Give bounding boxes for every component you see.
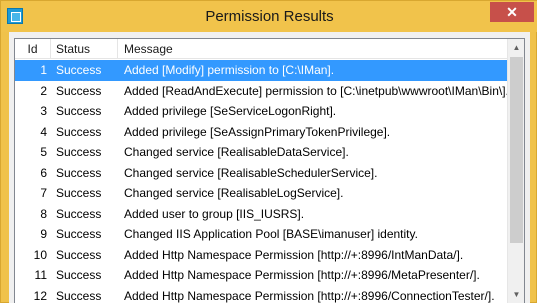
row-message: Added privilege [SeServiceLogonRight]. (124, 104, 337, 118)
table-row[interactable]: 2 Success Added [ReadAndExecute] permissio… (15, 81, 508, 102)
row-status: Success (56, 104, 102, 118)
window-title: Permission Results (205, 8, 334, 25)
row-message: Added user to group [IIS_IUSRS]. (124, 206, 305, 221)
row-message: Added [Modify] permission to [C:\IMan]. (124, 63, 335, 77)
row-status: Success (56, 268, 102, 282)
row-message: Added [ReadAndExecute] permission to [C:… (124, 83, 508, 98)
row-status: Success (56, 288, 102, 303)
row-id: 11 (34, 268, 47, 282)
table-row[interactable]: 3 Success Added privilege [SeServiceLogonR… (15, 101, 508, 122)
client-area: Id Status Message 1 Success Added [Modify]… (9, 32, 530, 303)
table-row[interactable]: 9 Success Changed IIS Application Pool [BA… (15, 224, 508, 245)
column-header-message[interactable]: Message (118, 39, 508, 59)
row-id: 9 (40, 227, 47, 241)
row-id: 8 (40, 206, 47, 221)
results-list[interactable]: Id Status Message 1 Success Added [Modify]… (14, 38, 525, 303)
row-status: Success (56, 227, 102, 241)
permission-results-window: Permission Results ✕ Id Status Message 1… (0, 0, 537, 303)
list-rows: 1 Success Added [Modify] permission to [C:… (15, 60, 508, 303)
table-row[interactable]: 6 Success Changed service [RealisableSched… (15, 163, 508, 184)
table-row[interactable]: 8 Success Added user to group [IIS_IUSRS]. (15, 204, 508, 225)
table-row[interactable]: 5 Success Changed service [RealisableDataS… (15, 142, 508, 163)
row-id: 5 (40, 145, 47, 159)
row-status: Success (56, 83, 102, 98)
row-message: Added Http Namespace Permission [http://… (124, 288, 495, 303)
row-message: Changed service [RealisableDataService]. (124, 145, 349, 159)
column-header-id[interactable]: Id (15, 39, 51, 59)
column-header-status[interactable]: Status (51, 39, 118, 59)
table-row[interactable]: 11 Success Added Http Namespace Permission… (15, 265, 508, 286)
row-status: Success (56, 186, 102, 200)
row-id: 6 (40, 165, 47, 180)
row-id: 4 (40, 124, 47, 139)
table-row[interactable]: 7 Success Changed service [RealisableLogSe… (15, 183, 508, 204)
row-status: Success (56, 206, 102, 221)
title-bar[interactable]: Permission Results ✕ (1, 1, 537, 32)
row-status: Success (56, 63, 102, 77)
vertical-scrollbar[interactable]: ▲ ▼ (507, 39, 524, 303)
row-status: Success (56, 247, 102, 262)
row-message: Added privilege [SeAssignPrimaryTokenPri… (124, 124, 391, 139)
row-id: 2 (40, 83, 47, 98)
row-id: 12 (33, 288, 47, 303)
row-id: 1 (40, 63, 47, 77)
row-status: Success (56, 124, 102, 139)
row-message: Changed service [RealisableSchedulerServ… (124, 165, 378, 180)
row-message: Changed IIS Application Pool [BASE\imanu… (124, 227, 418, 241)
chevron-up-icon[interactable]: ▲ (508, 39, 524, 56)
list-header: Id Status Message (15, 39, 508, 59)
row-message: Added Http Namespace Permission [http://… (124, 268, 480, 282)
row-id: 10 (33, 247, 47, 262)
table-row[interactable]: 12 Success Added Http Namespace Permission… (15, 286, 508, 303)
row-status: Success (56, 145, 102, 159)
row-message: Added Http Namespace Permission [http://… (124, 247, 464, 262)
table-row[interactable]: 4 Success Added privilege [SeAssignPrimary… (15, 122, 508, 143)
scrollbar-thumb[interactable] (510, 57, 523, 243)
table-row[interactable]: 1 Success Added [Modify] permission to [C:… (15, 60, 508, 81)
row-id: 3 (40, 104, 47, 118)
close-button[interactable]: ✕ (490, 2, 534, 22)
row-status: Success (56, 165, 102, 180)
chevron-down-icon[interactable]: ▼ (508, 286, 524, 303)
row-id: 7 (40, 186, 47, 200)
table-row[interactable]: 10 Success Added Http Namespace Permission… (15, 245, 508, 266)
row-message: Changed service [RealisableLogService]. (124, 186, 344, 200)
